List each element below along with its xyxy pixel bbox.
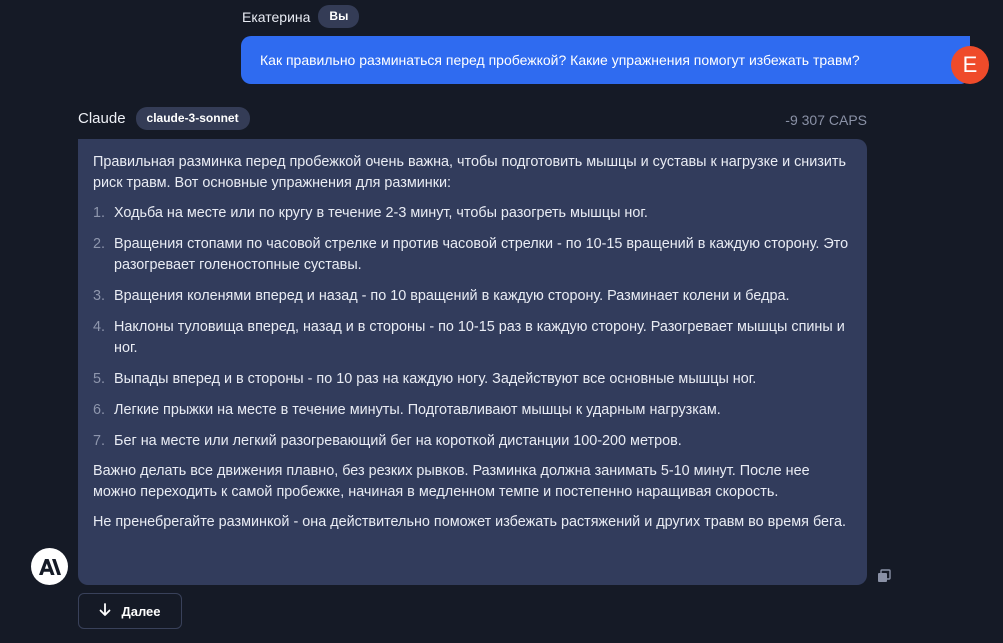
chat-view: Екатерина Вы Как правильно разминаться п… bbox=[0, 0, 1003, 643]
arrow-down-icon bbox=[99, 602, 111, 620]
list-number: 7. bbox=[93, 433, 106, 449]
list-item: 2. Вращения стопами по часовой стрелке и … bbox=[93, 234, 853, 276]
response-intro: Правильная разминка перед пробежкой очен… bbox=[93, 154, 847, 191]
user-name: Екатерина bbox=[242, 8, 311, 25]
list-item: 6. Легкие прыжки на месте в течение минут… bbox=[93, 400, 853, 421]
user-message-bubble: Как правильно разминаться перед пробежко… bbox=[241, 36, 970, 84]
list-number: 5. bbox=[93, 371, 106, 387]
list-item: 4. Наклоны туловища вперед, назад и в сто… bbox=[93, 317, 853, 359]
user-message-header: Екатерина Вы bbox=[242, 5, 360, 28]
anthropic-logo-icon bbox=[31, 548, 68, 585]
list-number: 3. bbox=[93, 288, 106, 304]
next-button-label: Далее bbox=[121, 603, 161, 619]
list-item: 7. Бег на месте или легкий разогревающий … bbox=[93, 431, 853, 452]
model-badge: claude-3-sonnet bbox=[135, 107, 250, 130]
response-outro: Важно делать все движения плавно, без ре… bbox=[93, 463, 810, 500]
assistant-message-bubble: Правильная разминка перед пробежкой очен… bbox=[78, 139, 867, 585]
user-avatar: E bbox=[951, 46, 989, 84]
list-item: 3. Вращения коленями вперед и назад - по … bbox=[93, 286, 853, 307]
exercise-list: 1. Ходьба на месте или по кругу в течение… bbox=[93, 203, 853, 452]
copy-icon[interactable] bbox=[877, 569, 891, 583]
list-item-text: Вращения стопами по часовой стрелке и пр… bbox=[114, 236, 849, 273]
list-item-text: Бег на месте или легкий разогревающий бе… bbox=[114, 433, 682, 449]
response-closing: Не пренебрегайте разминкой - она действи… bbox=[93, 514, 846, 530]
list-number: 4. bbox=[93, 319, 106, 335]
list-item-text: Наклоны туловища вперед, назад и в сторо… bbox=[114, 319, 845, 356]
assistant-message-header: Claude claude-3-sonnet bbox=[78, 107, 250, 130]
list-number: 1. bbox=[93, 205, 106, 221]
list-item-text: Выпады вперед и в стороны - по 10 раз на… bbox=[114, 371, 757, 387]
next-button[interactable]: Далее bbox=[78, 593, 182, 629]
list-item: 1. Ходьба на месте или по кругу в течение… bbox=[93, 203, 853, 224]
assistant-name: Claude bbox=[78, 110, 126, 127]
you-badge: Вы bbox=[318, 5, 360, 28]
list-item-text: Ходьба на месте или по кругу в течение 2… bbox=[114, 205, 648, 221]
list-number: 6. bbox=[93, 402, 106, 418]
list-item: 5. Выпады вперед и в стороны - по 10 раз … bbox=[93, 369, 853, 390]
caps-cost: -9 307 CAPS bbox=[785, 112, 867, 128]
list-item-text: Вращения коленями вперед и назад - по 10… bbox=[114, 288, 790, 304]
list-number: 2. bbox=[93, 236, 106, 252]
list-item-text: Легкие прыжки на месте в течение минуты.… bbox=[114, 402, 721, 418]
